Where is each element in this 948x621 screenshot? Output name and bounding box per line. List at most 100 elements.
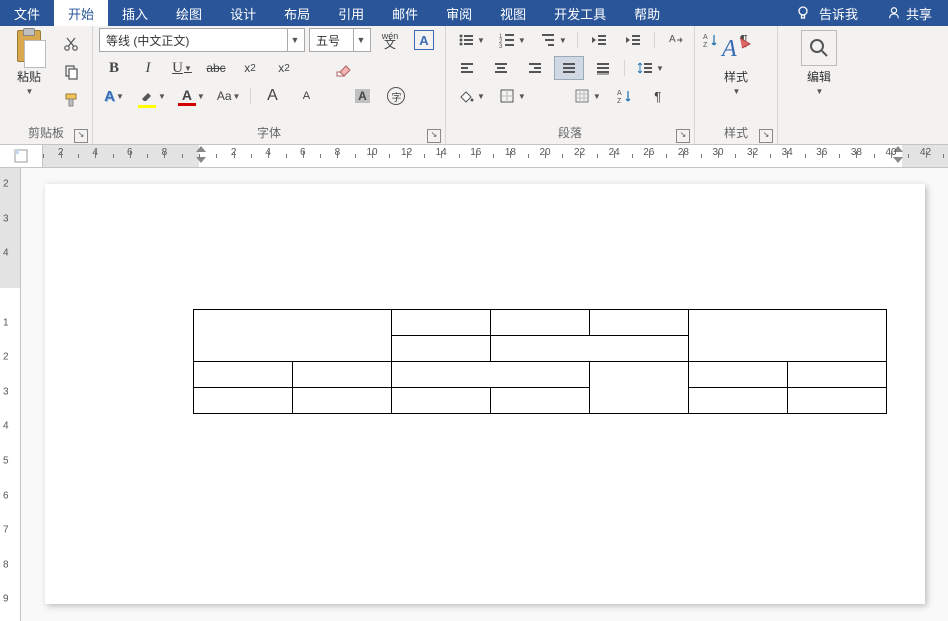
font-name-value: 等线 (中文正文)	[106, 32, 287, 49]
shrink-font-button[interactable]: A	[291, 84, 321, 108]
indent-icon	[623, 30, 643, 50]
paragraph-launcher-icon[interactable]: ↘	[676, 129, 690, 143]
font-color-button[interactable]: A▼	[174, 84, 209, 108]
align-justify-button[interactable]	[554, 56, 584, 80]
tab-mailings[interactable]: 邮件	[378, 0, 432, 26]
tab-help[interactable]: 帮助	[620, 0, 674, 26]
font-size-value: 五号	[316, 32, 353, 49]
paste-label: 粘贴	[17, 68, 41, 85]
align-right-button[interactable]	[520, 56, 550, 80]
strike-button[interactable]: abc	[201, 56, 231, 80]
borders-icon	[497, 86, 517, 106]
paste-icon	[14, 30, 44, 66]
chevron-down-icon: ▼	[287, 29, 302, 51]
table-row[interactable]	[194, 362, 887, 388]
chevron-down-icon: ▼	[816, 87, 824, 96]
character-border-icon: A	[414, 30, 434, 50]
grow-font-button[interactable]: A	[257, 84, 287, 108]
page	[45, 184, 925, 604]
numbering-button[interactable]: 123▼	[493, 28, 530, 52]
line-spacing-button[interactable]: ▼	[631, 56, 668, 80]
tab-insert[interactable]: 插入	[108, 0, 162, 26]
cut-button[interactable]	[56, 32, 86, 56]
tab-home[interactable]: 开始	[54, 0, 108, 26]
phonetic-guide-button[interactable]: wén文	[375, 28, 405, 52]
align-distribute-icon	[593, 58, 613, 78]
character-border-button[interactable]: A	[409, 28, 439, 52]
tab-draw[interactable]: 绘图	[162, 0, 216, 26]
group-font-label: 字体 ↘	[99, 126, 439, 144]
font-size-combo[interactable]: 五号 ▼	[309, 28, 371, 52]
bullets-button[interactable]: ▼	[452, 28, 489, 52]
share-icon	[884, 3, 904, 23]
svg-text:A: A	[617, 90, 622, 97]
text-effects-button[interactable]: A ▼	[99, 84, 129, 108]
align-distribute-button[interactable]	[588, 56, 618, 80]
para-marks-button[interactable]: ¶	[643, 84, 673, 108]
format-painter-button[interactable]	[56, 88, 86, 112]
multilevel-button[interactable]: ▼	[534, 28, 571, 52]
ltr-button[interactable]: A	[661, 28, 691, 52]
copy-button[interactable]	[56, 60, 86, 84]
align-center-icon	[491, 58, 511, 78]
shading-button[interactable]: ▼	[452, 84, 489, 108]
horizontal-ruler[interactable]: 8642246810121416182022242628303234363840…	[0, 145, 948, 168]
sort-para-button[interactable]: AZ	[609, 84, 639, 108]
svg-text:A: A	[669, 34, 676, 45]
superscript-button[interactable]: x2	[269, 56, 299, 80]
scissors-icon	[61, 34, 81, 54]
document-table[interactable]	[193, 309, 887, 414]
eraser-icon	[334, 58, 354, 78]
snap-to-grid-button[interactable]: ▼	[568, 84, 605, 108]
table-row[interactable]	[194, 388, 887, 414]
tab-references[interactable]: 引用	[324, 0, 378, 26]
tab-view[interactable]: 视图	[486, 0, 540, 26]
clear-format-button[interactable]	[329, 56, 359, 80]
lightbulb-icon	[793, 3, 813, 23]
borders-button[interactable]: ▼	[493, 84, 530, 108]
copy-icon	[61, 62, 81, 82]
increase-indent-button[interactable]	[618, 28, 648, 52]
align-left-button[interactable]	[452, 56, 482, 80]
underline-button[interactable]: U▼	[167, 56, 197, 80]
edit-button[interactable]: 编辑 ▼	[795, 28, 843, 96]
tab-layout[interactable]: 布局	[270, 0, 324, 26]
align-center-button[interactable]	[486, 56, 516, 80]
font-launcher-icon[interactable]: ↘	[427, 129, 441, 143]
menu-tabs: 文件 开始 插入 绘图 设计 布局 引用 邮件 审阅 视图 开发工具 帮助 告诉…	[0, 0, 948, 26]
styles-label: 样式	[724, 68, 748, 85]
styles-launcher-icon[interactable]: ↘	[759, 129, 773, 143]
tab-design[interactable]: 设计	[216, 0, 270, 26]
table-row[interactable]	[194, 310, 887, 336]
edit-label: 编辑	[807, 68, 831, 85]
font-name-combo[interactable]: 等线 (中文正文) ▼	[99, 28, 305, 52]
tell-me[interactable]: 告诉我	[789, 3, 862, 23]
align-right-icon	[525, 58, 545, 78]
tab-review[interactable]: 审阅	[432, 0, 486, 26]
paint-bucket-icon	[456, 86, 476, 106]
document-canvas[interactable]	[21, 168, 948, 621]
clipboard-launcher-icon[interactable]: ↘	[74, 129, 88, 143]
char-shading-button[interactable]: A	[347, 84, 377, 108]
change-case-button[interactable]: Aa▼	[213, 84, 245, 108]
enclose-char-button[interactable]: 字	[381, 84, 411, 108]
vertical-ruler[interactable]: 43211234567891011	[0, 168, 21, 621]
share-label: 共享	[906, 4, 932, 23]
chevron-down-icon: ▼	[353, 29, 368, 51]
bold-button[interactable]: B	[99, 56, 129, 80]
align-left-icon	[457, 58, 477, 78]
multilevel-icon	[538, 30, 558, 50]
subscript-button[interactable]: x2	[235, 56, 265, 80]
tab-file[interactable]: 文件	[0, 0, 54, 26]
paste-button[interactable]: 粘贴 ▼	[6, 28, 52, 96]
decrease-indent-button[interactable]	[584, 28, 614, 52]
group-paragraph-label: 段落 ↘	[452, 126, 688, 144]
svg-text:Z: Z	[617, 98, 622, 104]
italic-button[interactable]: I	[133, 56, 163, 80]
highlight-button[interactable]: ▼	[133, 84, 170, 108]
ruler-corner-icon	[0, 145, 43, 167]
share-button[interactable]: 共享	[880, 3, 936, 23]
pilcrow-small-icon: ¶	[648, 86, 668, 106]
styles-button[interactable]: A 样式 ▼	[712, 28, 760, 96]
tab-developer[interactable]: 开发工具	[540, 0, 620, 26]
